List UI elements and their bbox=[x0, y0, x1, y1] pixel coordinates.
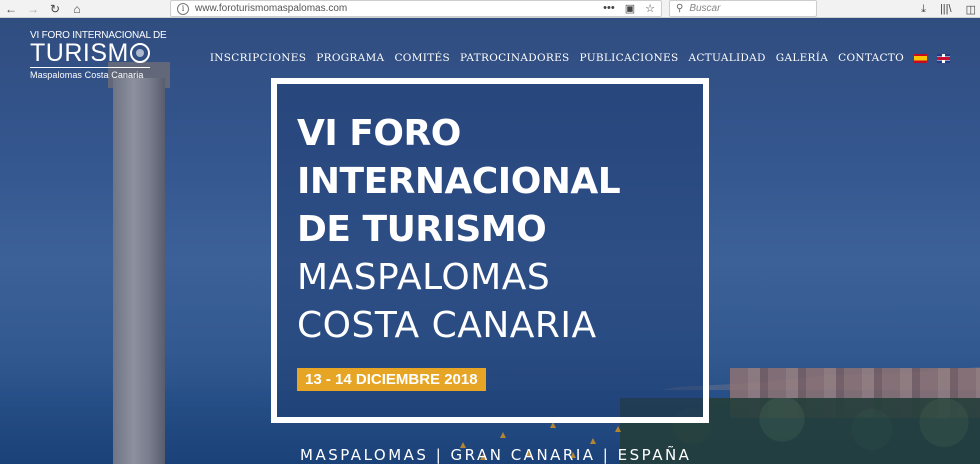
english-flag-icon[interactable] bbox=[937, 53, 950, 63]
hero-title-line3: DE TURISMO bbox=[297, 209, 547, 250]
nav-item-patrocinadores[interactable]: PATROCINADORES bbox=[460, 52, 570, 64]
nav-item-actualidad[interactable]: ACTUALIDAD bbox=[688, 52, 765, 64]
logo-divider bbox=[30, 67, 150, 68]
logo-line2: TURISM bbox=[30, 39, 129, 67]
hero-section: VI FORO INTERNACIONAL DE TURISM Maspalom… bbox=[0, 18, 980, 464]
hero-card-content: VI FORO INTERNACIONAL DE TURISMO MASPALO… bbox=[297, 110, 621, 391]
bookmark-star-icon[interactable]: ☆ bbox=[645, 2, 655, 15]
hero-title-line1: VI FORO bbox=[297, 113, 461, 154]
nav-item-galeria[interactable]: GALERÍA bbox=[776, 52, 828, 64]
library-icon[interactable]: |||\ bbox=[940, 3, 952, 15]
search-placeholder: Buscar bbox=[689, 3, 721, 14]
browser-toolbar: ← → ↻ ⌂ i www.foroturismomaspalomas.com … bbox=[0, 0, 980, 18]
url-text[interactable]: www.foroturismomaspalomas.com bbox=[195, 3, 347, 14]
info-icon[interactable]: i bbox=[177, 2, 189, 15]
site-logo[interactable]: VI FORO INTERNACIONAL DE TURISM Maspalom… bbox=[30, 30, 167, 80]
nav-item-comites[interactable]: COMITÉS bbox=[394, 52, 450, 64]
hero-subtitle-line1: MASPALOMAS bbox=[297, 257, 551, 298]
home-icon[interactable]: ⌂ bbox=[66, 0, 88, 18]
logo-wordmark: TURISM bbox=[30, 39, 160, 67]
spanish-flag-icon[interactable] bbox=[914, 53, 927, 63]
search-input[interactable]: ⚲ Buscar bbox=[669, 0, 817, 17]
logo-o-emblem-icon bbox=[129, 43, 150, 63]
address-bar[interactable]: i www.foroturismomaspalomas.com ••• ▣ ☆ bbox=[170, 0, 662, 17]
forward-icon[interactable]: → bbox=[22, 0, 44, 18]
nav-item-programa[interactable]: PROGRAMA bbox=[316, 52, 384, 64]
page-actions: ••• ▣ ☆ bbox=[603, 2, 655, 15]
event-location: MASPALOMAS | GRAN CANARIA | ESPAÑA bbox=[300, 446, 692, 464]
hero-card: VI FORO INTERNACIONAL DE TURISMO MASPALO… bbox=[271, 78, 709, 423]
pocket-icon[interactable]: ▣ bbox=[625, 2, 635, 15]
toolbar-right-icons: ⤓ |||\ ◫ bbox=[921, 0, 976, 18]
search-icon: ⚲ bbox=[676, 3, 684, 14]
nav-item-inscripciones[interactable]: INSCRIPCIONES bbox=[210, 52, 306, 64]
hero-subtitle-line2: COSTA CANARIA bbox=[297, 305, 597, 346]
nav-item-publicaciones[interactable]: PUBLICACIONES bbox=[580, 52, 679, 64]
back-icon[interactable]: ← bbox=[0, 0, 22, 18]
reload-icon[interactable]: ↻ bbox=[44, 0, 66, 18]
logo-line3: Maspalomas Costa Canaria bbox=[30, 70, 144, 80]
sidebar-icon[interactable]: ◫ bbox=[966, 3, 976, 16]
nav-item-contacto[interactable]: CONTACTO bbox=[838, 52, 904, 64]
event-date-badge: 13 - 14 DICIEMBRE 2018 bbox=[297, 368, 486, 391]
download-icon[interactable]: ⤓ bbox=[921, 3, 926, 16]
more-actions-icon[interactable]: ••• bbox=[603, 2, 615, 15]
main-nav: INSCRIPCIONES PROGRAMA COMITÉS PATROCINA… bbox=[210, 52, 950, 64]
hero-title-line2: INTERNACIONAL bbox=[297, 161, 621, 202]
